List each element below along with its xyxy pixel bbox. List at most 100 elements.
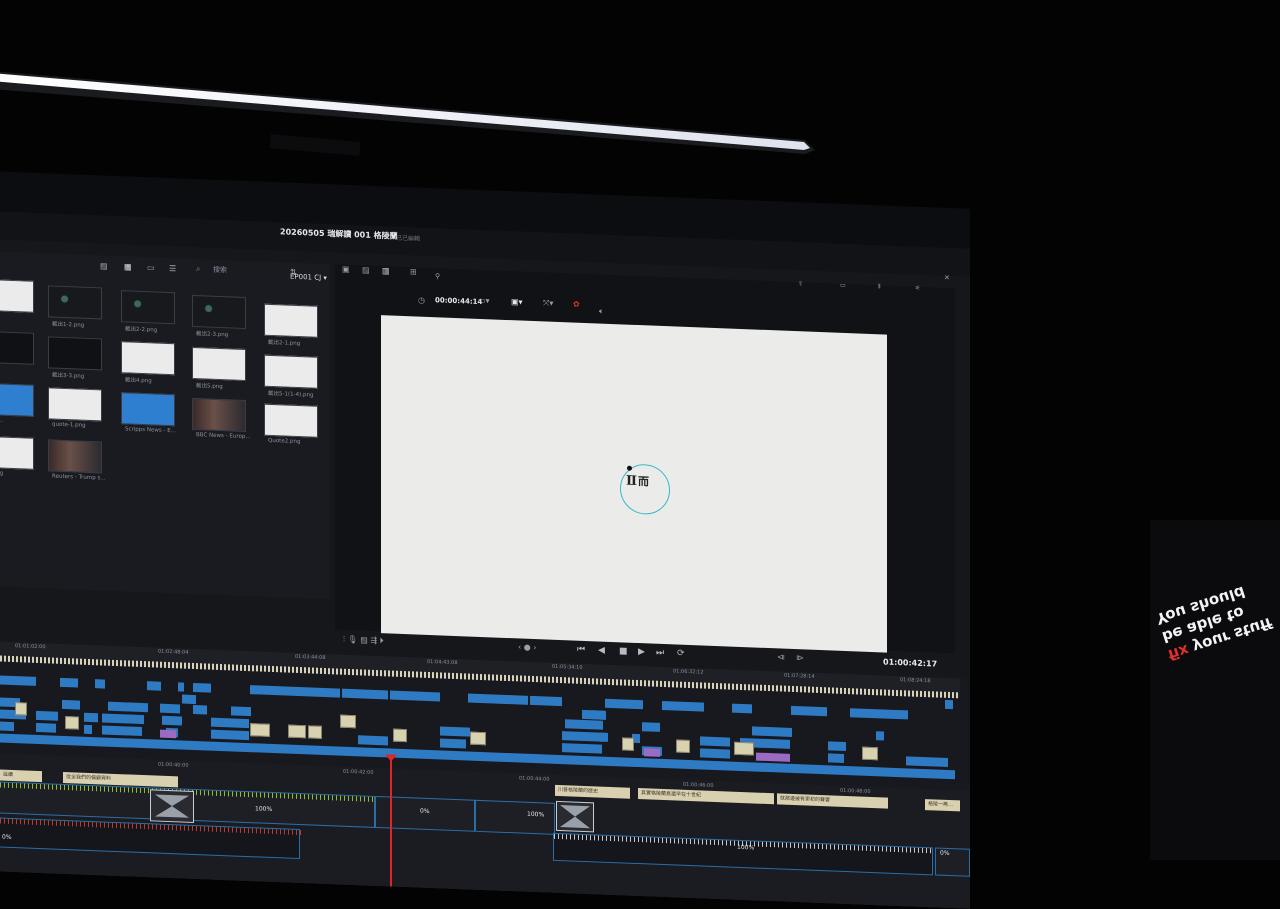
timeline-clip[interactable] bbox=[36, 710, 58, 721]
color-icon[interactable]: ✿ bbox=[573, 300, 580, 309]
timeline-clip[interactable] bbox=[906, 756, 948, 767]
screen-icon[interactable]: ▭▾ bbox=[478, 296, 490, 305]
media-thumbnail[interactable] bbox=[48, 387, 102, 422]
timeline-clip[interactable] bbox=[95, 679, 105, 689]
volume-icon[interactable]: 🔈︎ bbox=[599, 307, 604, 317]
title-clip[interactable] bbox=[15, 702, 27, 716]
timeline-clip[interactable] bbox=[193, 704, 207, 715]
title-clip[interactable] bbox=[250, 723, 270, 737]
timeline-clip[interactable] bbox=[211, 717, 249, 729]
close-icon[interactable]: ✕ bbox=[944, 274, 950, 282]
timeline-clip[interactable] bbox=[160, 703, 180, 714]
timeline-clip[interactable] bbox=[108, 701, 148, 713]
mark-out-icon[interactable]: ⧐ bbox=[796, 653, 804, 662]
music-clip[interactable] bbox=[553, 832, 934, 876]
subtitle-clip[interactable]: 格陵一再… bbox=[925, 799, 960, 812]
timeline-clip[interactable] bbox=[62, 699, 80, 710]
title-clip[interactable] bbox=[862, 746, 878, 761]
mixer-icon[interactable]: ⫴ bbox=[878, 283, 881, 291]
title-clip[interactable] bbox=[65, 716, 79, 730]
timeline-clip[interactable] bbox=[0, 675, 36, 686]
timeline-clip[interactable] bbox=[562, 743, 602, 754]
timeline-clip[interactable] bbox=[84, 724, 92, 735]
subtitle-clip[interactable]: 延續 bbox=[0, 769, 42, 783]
timeline-clip[interactable] bbox=[231, 706, 251, 717]
effect-clip[interactable] bbox=[756, 752, 790, 762]
playhead[interactable] bbox=[390, 756, 392, 897]
timeline-clip[interactable] bbox=[178, 682, 184, 692]
viewer-clip-name[interactable]: EP001 CJ ▾ bbox=[290, 273, 327, 282]
media-thumbnail[interactable] bbox=[121, 341, 175, 376]
timeline-clip[interactable] bbox=[828, 753, 844, 763]
clip-thumbnail[interactable] bbox=[150, 789, 194, 823]
transform-icon[interactable]: ⤧▾ bbox=[543, 298, 553, 308]
media-thumbnail[interactable] bbox=[0, 278, 34, 313]
timeline-clip[interactable] bbox=[592, 710, 606, 720]
mark-in-icon[interactable]: ⧏ bbox=[777, 652, 785, 661]
clip-thumbnail[interactable] bbox=[556, 800, 594, 833]
timeline-clip[interactable] bbox=[440, 738, 466, 749]
timeline-clip[interactable] bbox=[642, 722, 660, 732]
playhead-handle[interactable] bbox=[385, 754, 397, 762]
timeline-clip[interactable] bbox=[182, 694, 196, 705]
timeline-clip[interactable] bbox=[162, 715, 182, 726]
grid-icon[interactable]: ⊞ bbox=[410, 267, 417, 276]
media-thumbnail[interactable] bbox=[121, 290, 175, 325]
timeline-clip[interactable] bbox=[562, 731, 604, 742]
pin-icon[interactable]: ⚲ bbox=[435, 272, 440, 280]
title-clip[interactable] bbox=[308, 725, 322, 739]
media-thumbnail[interactable] bbox=[192, 294, 246, 329]
filmstrip-view-icon[interactable]: ▭ bbox=[147, 263, 155, 272]
effect-clip[interactable] bbox=[160, 729, 176, 739]
timeline-clip[interactable] bbox=[530, 695, 562, 707]
grid-view-icon[interactable]: ▦ bbox=[124, 262, 132, 271]
timeline-view-icon[interactable]: ▥ bbox=[382, 266, 390, 275]
timeline-clip[interactable] bbox=[600, 732, 608, 742]
media-thumbnail[interactable] bbox=[48, 439, 102, 474]
subtitle-clip[interactable]: 川普格陵蘭的歷史 bbox=[555, 784, 630, 799]
image-icon[interactable]: ▣ bbox=[342, 265, 350, 274]
media-thumbnail[interactable] bbox=[264, 403, 318, 438]
timeline-clip[interactable] bbox=[828, 741, 846, 752]
jump-end-icon[interactable]: ⏭ bbox=[656, 648, 664, 658]
list-view-icon[interactable]: ▤ bbox=[100, 261, 108, 270]
timeline-clip[interactable] bbox=[193, 682, 211, 693]
metadata-icon[interactable]: ⚟ bbox=[915, 285, 920, 292]
timeline-clip[interactable] bbox=[84, 712, 98, 723]
fullscreen-icon[interactable]: ▭ bbox=[840, 282, 846, 289]
media-thumbnail[interactable] bbox=[264, 354, 318, 389]
timeline-clip[interactable] bbox=[945, 699, 953, 710]
title-clip[interactable] bbox=[470, 731, 486, 746]
timeline-clip[interactable] bbox=[0, 721, 14, 732]
overlay-icon[interactable]: ▣▾ bbox=[511, 297, 523, 306]
timeline-clip[interactable] bbox=[390, 690, 440, 702]
subtitle-clip[interactable]: 就那邊被有更初的聲響 bbox=[777, 793, 888, 809]
media-thumbnail[interactable] bbox=[264, 303, 318, 338]
title-clip[interactable] bbox=[288, 724, 306, 739]
timeline-clip[interactable] bbox=[440, 726, 470, 737]
stop-icon[interactable]: ■ bbox=[619, 646, 628, 656]
timeline-clip[interactable] bbox=[342, 688, 388, 700]
media-thumbnail[interactable] bbox=[192, 346, 246, 381]
media-thumbnail[interactable] bbox=[192, 397, 246, 432]
title-clip[interactable] bbox=[622, 737, 634, 751]
media-thumbnail[interactable] bbox=[0, 330, 34, 365]
timeline-tools-icon[interactable]: ⫶ 🎙︎ ▤ ⇶ ⏵ bbox=[343, 635, 384, 647]
timeline-clip[interactable] bbox=[102, 725, 142, 736]
title-clip[interactable] bbox=[734, 741, 754, 756]
search-icon[interactable]: ⌕ bbox=[196, 264, 200, 274]
effect-clip[interactable] bbox=[644, 748, 660, 757]
timeline-clip[interactable] bbox=[752, 726, 792, 737]
reverse-icon[interactable]: ◀ bbox=[598, 646, 605, 656]
timeline-clip[interactable] bbox=[468, 693, 528, 705]
frame-nav-icon[interactable]: ‹ ● › bbox=[518, 642, 536, 652]
timeline-clip[interactable] bbox=[700, 748, 730, 759]
media-thumbnail[interactable] bbox=[0, 435, 34, 470]
timeline-clip[interactable] bbox=[147, 681, 161, 691]
timeline-clip[interactable] bbox=[250, 685, 340, 698]
timeline-clip[interactable] bbox=[60, 677, 78, 688]
timeline-clip[interactable] bbox=[732, 703, 752, 714]
timeline-clip[interactable] bbox=[36, 722, 56, 733]
title-clip[interactable] bbox=[676, 739, 690, 754]
detail-view-icon[interactable]: ☰ bbox=[169, 264, 176, 273]
